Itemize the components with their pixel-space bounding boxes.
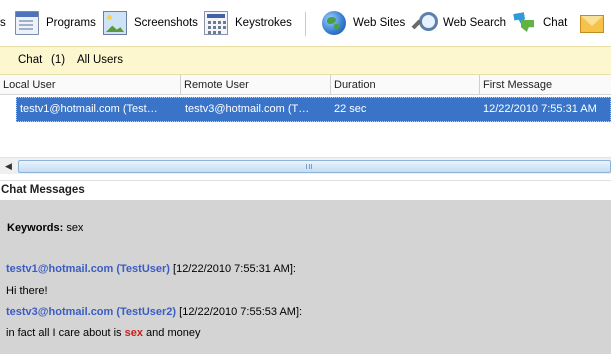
email-icon xyxy=(580,15,604,33)
message-timestamp: [12/22/2010 7:55:31 AM]: xyxy=(173,263,296,275)
scroll-left-icon[interactable]: ◀ xyxy=(2,160,15,173)
chat-sessions-grid: Local User Remote User Duration First Me… xyxy=(0,75,611,180)
toolbar-screenshots-button[interactable]: Screenshots xyxy=(103,9,198,37)
toolbar-programs-label: Programs xyxy=(46,17,96,29)
toolbar-item-partial[interactable]: s xyxy=(0,9,6,37)
keywords-line: Keywords: sex xyxy=(7,222,83,234)
search-icon xyxy=(412,11,438,35)
message-text: Hi there! xyxy=(6,285,48,297)
chat-messages-header: Chat Messages xyxy=(0,180,611,200)
chat-icon xyxy=(512,11,536,35)
message-sender: testv3@hotmail.com (TestUser2) xyxy=(6,306,177,318)
toolbar-email-button[interactable] xyxy=(580,9,611,37)
cell-remote-user: testv3@hotmail.com (T… xyxy=(185,103,310,115)
table-row[interactable]: testv1@hotmail.com (Test… testv3@hotmail… xyxy=(16,97,611,122)
toolbar-websites-button[interactable]: Web Sites xyxy=(322,9,405,37)
toolbar-chat-button[interactable]: Chat xyxy=(512,9,567,37)
globe-icon xyxy=(322,11,346,35)
screenshots-icon xyxy=(103,11,127,35)
toolbar-item-label: s xyxy=(0,17,6,29)
message-timestamp: [12/22/2010 7:55:53 AM]: xyxy=(179,306,303,318)
message-sender: testv1@hotmail.com (TestUser) xyxy=(6,263,170,275)
message-text-part: and money xyxy=(142,327,201,339)
keyword-highlight: sex xyxy=(124,327,143,339)
message-text-part: in fact all I care about is xyxy=(6,327,125,339)
message-header: testv3@hotmail.com (TestUser2) [12/22/20… xyxy=(6,306,302,318)
horizontal-scrollbar[interactable]: ◀ xyxy=(0,157,611,174)
programs-icon xyxy=(15,11,39,35)
column-header-first-message[interactable]: First Message xyxy=(480,75,611,95)
cell-local-user: testv1@hotmail.com (Test… xyxy=(20,103,158,115)
toolbar-screenshots-label: Screenshots xyxy=(134,17,198,29)
message-text: in fact all I care about is sex and mone… xyxy=(6,327,200,339)
toolbar-keystrokes-button[interactable]: Keystrokes xyxy=(204,9,292,37)
keywords-value: sex xyxy=(66,222,84,234)
toolbar-separator xyxy=(305,12,306,36)
chat-messages-panel: Keywords: sex testv1@hotmail.com (TestUs… xyxy=(0,200,611,354)
chat-section-bar: Chat (1) All Users xyxy=(0,46,611,75)
keywords-label: Keywords: xyxy=(7,222,64,234)
cell-first-message: 12/22/2010 7:55:31 AM xyxy=(483,103,597,115)
toolbar-websites-label: Web Sites xyxy=(353,17,406,29)
column-header-duration[interactable]: Duration xyxy=(331,75,480,95)
chat-count: (1) xyxy=(51,54,66,66)
all-users-filter[interactable]: All Users xyxy=(77,54,123,66)
toolbar-keystrokes-label: Keystrokes xyxy=(235,17,292,29)
toolbar-chat-label: Chat xyxy=(543,17,568,29)
keystrokes-icon xyxy=(204,11,228,35)
grid-header: Local User Remote User Duration First Me… xyxy=(0,75,611,95)
scrollbar-grip-icon xyxy=(306,164,312,169)
message-text-part: Hi there! xyxy=(6,285,48,297)
toolbar-programs-button[interactable]: Programs xyxy=(15,9,96,37)
column-header-remote-user[interactable]: Remote User xyxy=(181,75,331,95)
scrollbar-thumb[interactable] xyxy=(18,160,611,173)
column-header-local-user[interactable]: Local User xyxy=(0,75,181,95)
chat-section-title: Chat xyxy=(18,54,43,66)
message-header: testv1@hotmail.com (TestUser) [12/22/201… xyxy=(6,263,296,275)
toolbar: s Programs Screenshots Keystrokes Web Si… xyxy=(0,0,611,46)
chat-messages-title: Chat Messages xyxy=(1,184,85,196)
cell-duration: 22 sec xyxy=(334,103,367,115)
toolbar-websearch-label: Web Search xyxy=(443,17,507,29)
toolbar-websearch-button[interactable]: Web Search xyxy=(412,9,506,37)
